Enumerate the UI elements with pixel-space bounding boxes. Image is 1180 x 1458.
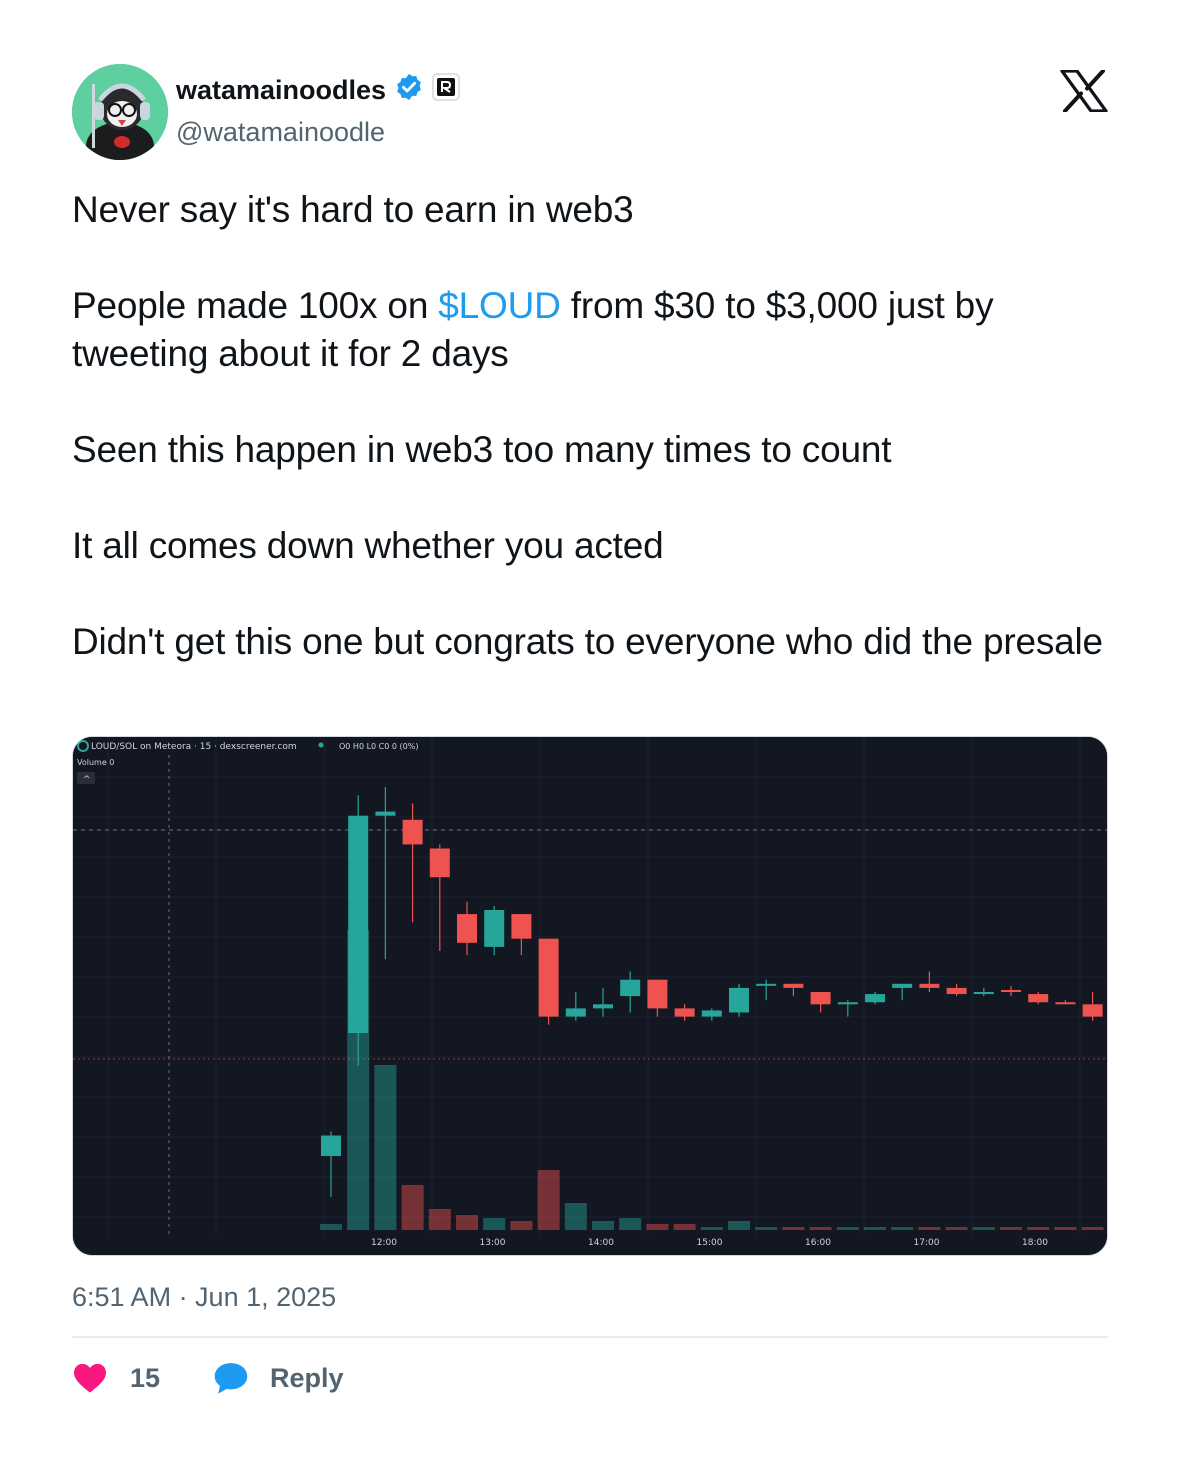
candle-body [756,983,777,986]
volume-bar [1000,1227,1022,1230]
volume-bar [809,1227,832,1230]
candle-body [919,983,940,988]
reply-bubble-icon [214,1363,248,1394]
volume-bar [673,1224,696,1230]
candle-body [674,1008,695,1017]
volume-bar [428,1209,451,1230]
candle-body [837,1002,858,1005]
reply-button[interactable]: Reply [212,1361,344,1395]
candle-body [1028,994,1049,1003]
tweet-timestamp[interactable]: 6:51 AM · Jun 1, 2025 [72,1282,336,1313]
tweet-text-segment: People made 100x on [72,285,439,326]
volume-bar [972,1227,995,1230]
heart-icon [74,1363,106,1393]
chart-volume-label: Volume 0 [77,758,114,767]
x-tick-label: 17:00 [914,1238,940,1248]
like-button[interactable]: 15 [72,1362,160,1394]
volume-bar [864,1227,886,1230]
volume-bar [483,1218,506,1230]
volume-bar [1027,1227,1050,1230]
x-tick-label: 12:00 [371,1238,397,1248]
avatar[interactable] [72,64,168,160]
candle-body [375,811,396,816]
tweet-line: It all comes down whether you acted [72,525,664,566]
candle-body [321,1135,341,1156]
tweet-media-chart[interactable]: 12:00 13:00 14:00 15:00 16:00 17:00 18:00 LOUD… [72,736,1108,1256]
candle-body [429,848,450,878]
like-count: 15 [130,1362,161,1393]
volume-bar [537,1170,560,1230]
collapse-button-label: ^ [83,775,91,785]
volume-bar [456,1215,478,1230]
volume-bar [510,1221,533,1230]
candle-body [729,987,749,1013]
volume-bar [755,1227,778,1230]
tweet-line: Never say it's hard to earn in web3 [72,189,634,230]
volume-bar [836,1227,859,1230]
tweet-line: Seen this happen in web3 too many times … [72,429,892,470]
cashtag-link[interactable]: $LOUD [438,285,561,326]
tweet-line: Didn't get this one but congrats to ever… [72,621,1103,662]
volume-bar [782,1227,805,1230]
candle-body [1001,989,1021,992]
x-tick-label: 13:00 [480,1238,506,1248]
volume-bar [619,1218,642,1230]
affiliate-badge-icon [432,73,460,108]
candle-body [593,1004,613,1009]
candle-body [892,983,913,988]
tweet-text: Never say it's hard to earn in web3 Peop… [72,186,1112,666]
x-tick-label: 18:00 [1022,1238,1048,1248]
volume-bar [700,1227,723,1230]
divider [72,1336,1108,1338]
avatar-penguin-icon [72,64,168,160]
tweet-actions: 15 Reply [72,1356,344,1400]
candle-body [865,994,885,1003]
verified-badge-icon [394,72,424,109]
candle-body [484,910,505,947]
volume-bar [592,1221,614,1230]
volume-bar [1054,1227,1077,1230]
volume-bar [374,1065,397,1230]
candlestick-chart: 12:00 13:00 14:00 15:00 16:00 17:00 18:00 LOUD… [73,737,1107,1255]
candle-body [783,983,804,988]
x-tick-label: 15:00 [697,1238,723,1248]
candle-body [1082,1004,1103,1017]
volume-bar [646,1224,669,1230]
volume-bar [401,1185,424,1230]
candle-body [1055,1002,1076,1005]
candle-body [402,819,423,845]
x-tick-label: 16:00 [805,1238,831,1248]
live-dot-icon [318,742,324,748]
volume-bar [891,1227,914,1230]
candle-body [973,992,994,995]
candle-body [511,914,532,939]
user-display-name-row[interactable]: watamainoodles [176,72,460,109]
display-name[interactable]: watamainoodles [176,75,386,106]
candle-body [538,938,559,1017]
volume-bar [945,1227,968,1230]
volume-bar [320,1224,342,1230]
reply-label: Reply [270,1362,344,1393]
x-tick-label: 14:00 [588,1238,614,1248]
x-logo-icon[interactable] [1060,69,1108,113]
candle-body [810,992,831,1005]
candle-body [565,1008,586,1017]
candle-body [946,987,967,995]
volume-bar [728,1221,750,1230]
tweet-line: People made 100x on $LOUD from $30 to $3… [72,282,1112,378]
candle-body [348,815,369,1033]
candle-body [457,914,477,943]
chart-pair-label: LOUD/SOL on Meteora · 15 · dexscreener.c… [91,742,297,752]
candle-body [701,1010,722,1017]
volume-bar [564,1203,587,1230]
volume-bar [918,1227,941,1230]
volume-bar [1081,1227,1104,1230]
candle-body [620,979,641,997]
user-handle[interactable]: @watamainoodle [176,117,385,148]
candle-body [647,979,668,1009]
chart-ohlc-label: O0 H0 L0 C0 0 (0%) [339,742,418,751]
